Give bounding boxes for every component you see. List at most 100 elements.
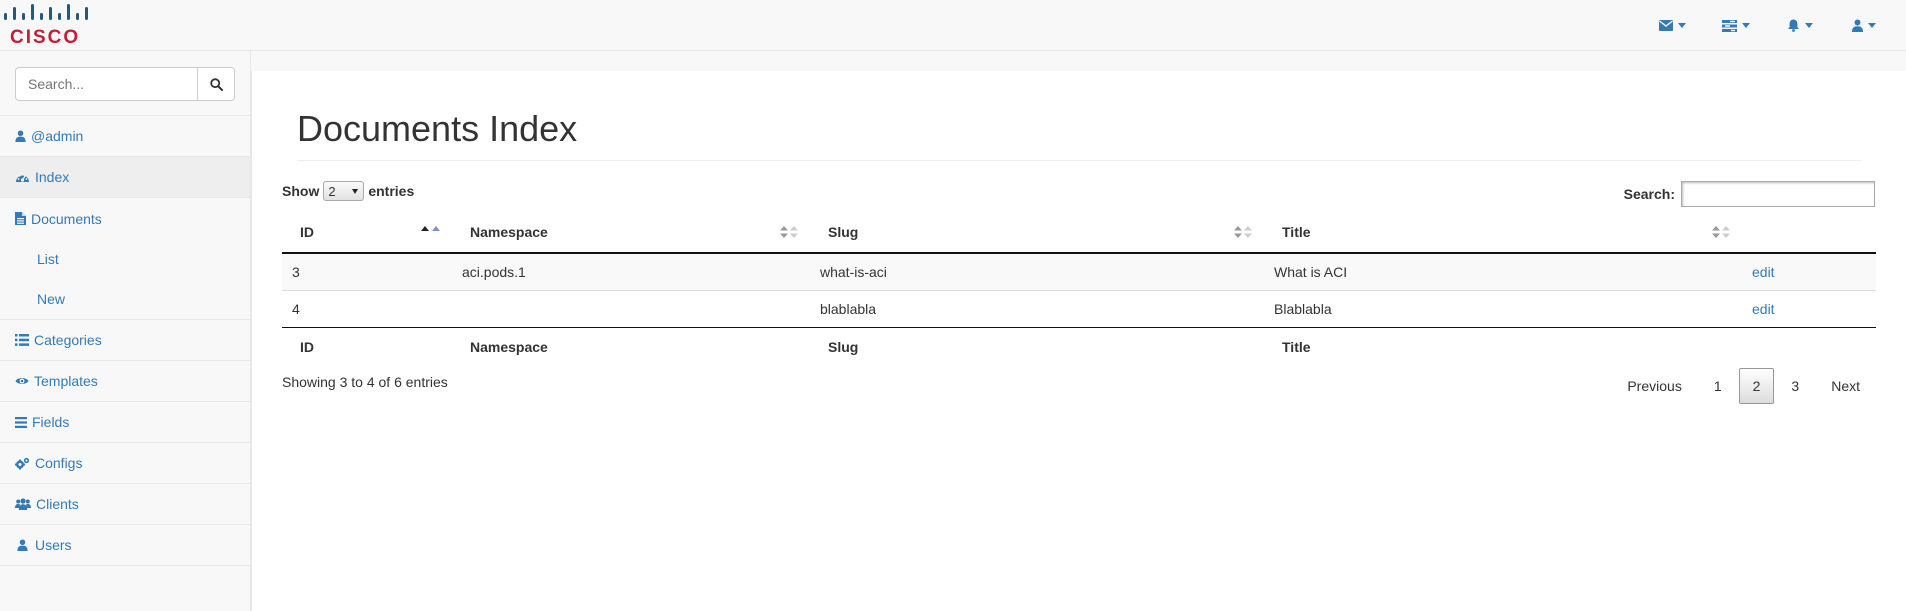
column-header-actions bbox=[1742, 211, 1876, 254]
filter-input[interactable] bbox=[1681, 181, 1875, 207]
page-header: Documents Index bbox=[297, 109, 1862, 161]
cisco-logo[interactable]: CISCO bbox=[4, 4, 90, 48]
column-header-id[interactable]: ID bbox=[282, 211, 452, 254]
chevron-down-icon bbox=[1805, 23, 1813, 28]
documents-group: Documents List New bbox=[0, 198, 250, 320]
sidebar-item-templates[interactable]: Templates bbox=[0, 361, 250, 402]
entries-label: entries bbox=[368, 183, 415, 199]
tasks-dropdown[interactable] bbox=[1704, 0, 1768, 51]
column-header-slug[interactable]: Slug bbox=[810, 211, 1264, 254]
main-content: Documents Index Show 2 entries Search: I… bbox=[251, 71, 1906, 611]
messages-dropdown[interactable] bbox=[1640, 0, 1704, 51]
sidebar-item-label: Clients bbox=[36, 496, 79, 512]
brand-name: CISCO bbox=[10, 27, 81, 48]
sort-asc-icon bbox=[421, 226, 440, 231]
column-header-label: ID bbox=[300, 223, 314, 240]
table-row: 4 blablabla Blablabla edit bbox=[282, 289, 1876, 327]
column-header-label: Slug bbox=[828, 223, 859, 240]
chevron-down-icon bbox=[1677, 23, 1686, 28]
sidebar-item-label: Configs bbox=[35, 455, 83, 471]
column-header-label: Title bbox=[1282, 223, 1311, 240]
sidebar-item-categories[interactable]: Categories bbox=[0, 320, 250, 361]
cell-namespace bbox=[452, 289, 810, 327]
user-icon bbox=[1852, 19, 1863, 32]
sidebar-item-label: Index bbox=[35, 169, 70, 185]
cell-id: 4 bbox=[282, 289, 452, 327]
user-dropdown[interactable] bbox=[1832, 0, 1896, 51]
cell-id: 3 bbox=[282, 253, 452, 290]
cogs-icon bbox=[15, 457, 30, 469]
sidebar-item-fields[interactable]: Fields bbox=[0, 402, 250, 443]
search-input[interactable] bbox=[15, 67, 197, 101]
entries-select[interactable]: 2 bbox=[323, 181, 365, 201]
table-filter: Search: bbox=[1624, 181, 1875, 207]
cell-title: What is ACI bbox=[1264, 253, 1742, 290]
user-icon bbox=[15, 130, 26, 142]
file-icon bbox=[15, 212, 26, 225]
users-icon bbox=[15, 498, 31, 510]
bell-icon bbox=[1788, 19, 1799, 32]
sidebar-item-label: Documents bbox=[31, 210, 102, 227]
column-header-title[interactable]: Title bbox=[1264, 211, 1742, 254]
column-header-namespace[interactable]: Namespace bbox=[452, 211, 810, 254]
footer-header-namespace: Namespace bbox=[452, 326, 810, 367]
top-nav-menus bbox=[1640, 0, 1896, 51]
bars-icon bbox=[15, 416, 27, 428]
sidebar-item-users[interactable]: Users bbox=[0, 525, 250, 566]
pagination: Previous 1 2 3 Next bbox=[1610, 368, 1875, 404]
page-button-3[interactable]: 3 bbox=[1776, 368, 1814, 404]
footer-header-actions bbox=[1742, 326, 1876, 367]
list-icon bbox=[15, 334, 29, 346]
search-icon bbox=[209, 77, 223, 91]
table-info: Showing 3 to 4 of 6 entries bbox=[282, 374, 448, 390]
chevron-down-icon bbox=[1742, 23, 1750, 28]
entries-length-control: Show 2 entries bbox=[282, 181, 414, 201]
cell-title: Blablabla bbox=[1264, 289, 1742, 327]
page-button-2[interactable]: 2 bbox=[1738, 368, 1775, 404]
cell-namespace: aci.pods.1 bbox=[452, 253, 810, 290]
show-label: Show bbox=[282, 183, 320, 199]
entries-select-value: 2 bbox=[328, 183, 336, 199]
edit-link[interactable]: edit bbox=[1752, 301, 1775, 317]
sidebar-item-admin[interactable]: @admin bbox=[0, 116, 250, 157]
sidebar-item-label: Users bbox=[35, 537, 72, 553]
sidebar-item-index[interactable]: Index bbox=[0, 157, 250, 198]
sidebar-search bbox=[0, 51, 250, 116]
previous-button[interactable]: Previous bbox=[1612, 368, 1696, 404]
sidebar-item-clients[interactable]: Clients bbox=[0, 484, 250, 525]
documents-table: ID Namespace Slug Title 3 aci.pods.1 wha… bbox=[282, 211, 1876, 367]
dashboard-icon bbox=[16, 173, 29, 182]
cell-slug: blablabla bbox=[810, 289, 1264, 327]
envelope-icon bbox=[1658, 20, 1673, 31]
page-title: Documents Index bbox=[297, 108, 578, 149]
page-button-1[interactable]: 1 bbox=[1699, 368, 1737, 404]
eye-icon bbox=[15, 378, 29, 384]
sidebar-subitem-list[interactable]: List bbox=[0, 239, 250, 279]
sort-both-icon bbox=[1234, 226, 1252, 238]
sidebar-subitem-new[interactable]: New bbox=[0, 279, 250, 319]
table-row: 3 aci.pods.1 what-is-aci What is ACI edi… bbox=[282, 253, 1876, 290]
cisco-bars-icon bbox=[4, 4, 88, 20]
sidebar-item-label: @admin bbox=[31, 128, 84, 144]
cell-slug: what-is-aci bbox=[810, 253, 1264, 290]
user-icon bbox=[17, 539, 28, 551]
footer-header-title: Title bbox=[1264, 326, 1742, 367]
alerts-dropdown[interactable] bbox=[1768, 0, 1832, 51]
sidebar-item-label: Fields bbox=[32, 414, 70, 430]
footer-header-slug: Slug bbox=[810, 326, 1264, 367]
search-button[interactable] bbox=[197, 67, 235, 101]
sidebar-item-label: Categories bbox=[34, 332, 102, 348]
top-navbar: CISCO bbox=[0, 0, 1906, 51]
sort-both-icon bbox=[1712, 226, 1730, 238]
edit-link[interactable]: edit bbox=[1752, 264, 1775, 280]
sort-both-icon bbox=[780, 226, 798, 238]
filter-label: Search: bbox=[1623, 186, 1675, 202]
next-button[interactable]: Next bbox=[1816, 368, 1875, 404]
chevron-down-icon bbox=[1868, 23, 1876, 28]
sidebar-item-configs[interactable]: Configs bbox=[0, 443, 250, 484]
chevron-down-icon bbox=[352, 188, 359, 194]
tasks-icon bbox=[1722, 19, 1737, 32]
cell-actions: edit bbox=[1742, 289, 1876, 327]
sidebar-item-documents[interactable]: Documents bbox=[0, 198, 250, 239]
column-header-label: Namespace bbox=[470, 223, 548, 240]
